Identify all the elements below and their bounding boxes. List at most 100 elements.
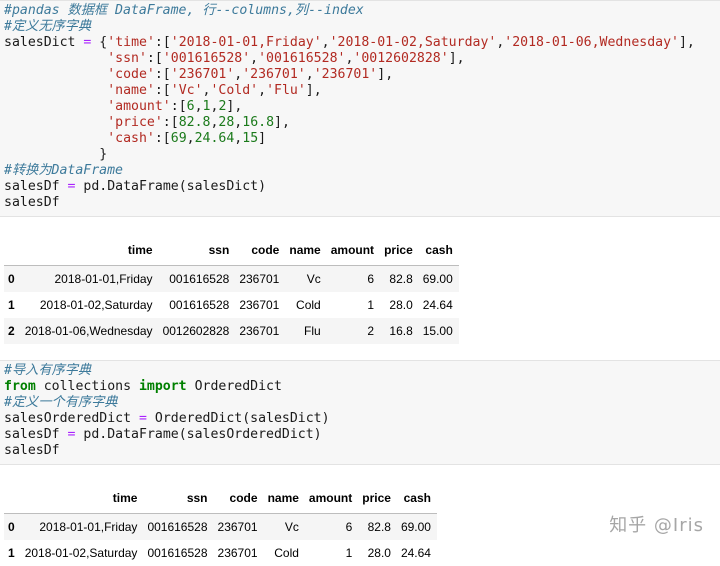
code-token: salesDf — [4, 443, 60, 458]
code-token: ], — [448, 51, 465, 66]
table-cell-code: 236701 — [217, 520, 258, 534]
table-row: 2 2018-01-06,Wednesday 0012602828 236701 Flu… — [4, 318, 459, 344]
table-cell-price: 28.0 — [389, 298, 413, 312]
code-token: ], — [274, 115, 290, 130]
code-token: , — [258, 83, 267, 98]
code-token: :[ — [170, 99, 187, 114]
code-token: ] — [258, 131, 267, 146]
table-cell-cash: 15.00 — [422, 324, 453, 338]
code-token: , — [305, 67, 314, 82]
code-token: , — [250, 51, 259, 66]
code-cell-2-source[interactable]: #导入有序字典 from collections import OrderedDi… — [0, 361, 720, 459]
code-token: collections — [35, 379, 139, 394]
dataframe-output-1: time ssn code name amount price cash 0 2018-01-… — [4, 235, 459, 344]
code-token: salesDf — [4, 427, 68, 442]
table-cell-amount: 1 — [345, 546, 353, 560]
table-row: 1 2018-01-02,Saturday 001616528 236701 Cold 1… — [4, 540, 437, 566]
code-token: salesDict — [4, 35, 84, 50]
column-header-ssn: ssn — [158, 235, 236, 266]
code-token: 69 — [170, 131, 187, 146]
code-line: from collections import OrderedDict — [4, 379, 720, 395]
code-cell-1[interactable]: #pandas 数据框 DataFrame, 行--columns,列--ind… — [0, 0, 720, 217]
code-token: #定义无序字典 — [4, 19, 92, 34]
code-token: 15 — [242, 131, 259, 146]
code-token: 'code' — [107, 67, 155, 82]
code-token: 28 — [218, 115, 235, 130]
code-line: #定义无序字典 — [4, 19, 720, 35]
row-index: 1 — [8, 546, 15, 560]
code-line: salesDf = pd.DataFrame(salesDict) — [4, 179, 720, 195]
code-token: salesOrderedDict — [4, 411, 139, 426]
code-cell-2[interactable]: #导入有序字典 from collections import OrderedDi… — [0, 360, 720, 465]
table-cell-ssn: 0012602828 — [162, 324, 230, 338]
code-token: from — [4, 379, 36, 394]
table-cell-ssn: 001616528 — [147, 520, 208, 534]
code-line: #导入有序字典 — [4, 363, 720, 379]
index-header — [4, 235, 21, 266]
table-cell-price: 28.0 — [367, 546, 391, 560]
code-token: :[ — [162, 115, 179, 130]
column-header-code: code — [235, 235, 286, 266]
table-cell-code: 236701 — [239, 324, 280, 338]
code-line: } — [4, 147, 720, 163]
code-token: :[ — [146, 51, 163, 66]
table-cell-ssn: 001616528 — [169, 272, 230, 286]
code-token: ], — [305, 83, 322, 98]
code-token: pd.DataFrame(salesOrderedDict) — [75, 427, 322, 442]
index-header — [4, 483, 21, 514]
code-token: = — [138, 411, 147, 426]
table-cell-amount: 2 — [367, 324, 375, 338]
code-token: ], — [678, 35, 695, 50]
code-line: salesDict = {'time':['2018-01-01,Friday'… — [4, 35, 720, 51]
column-header-cash: cash — [396, 483, 437, 514]
code-token: '236701' — [170, 67, 235, 82]
code-line: #转换为DataFrame — [4, 163, 720, 179]
code-cell-1-source[interactable]: #pandas 数据框 DataFrame, 行--columns,列--ind… — [0, 1, 720, 211]
code-token: '236701' — [313, 67, 378, 82]
code-token: OrderedDict(salesDict) — [146, 411, 330, 426]
code-token: '0012602828' — [353, 51, 449, 66]
table-cell-name: Vc — [284, 520, 299, 534]
code-token: , — [194, 99, 203, 114]
table-cell-time: 2018-01-01,Friday — [39, 520, 138, 534]
code-token: #转换为DataFrame — [4, 163, 123, 178]
code-token: '2018-01-06,Wednesday' — [504, 35, 679, 50]
dataframe-header-row: time ssn code name amount price cash — [4, 235, 459, 266]
column-header-price: price — [358, 483, 397, 514]
code-token: import — [138, 379, 187, 394]
code-token: :[ — [154, 131, 171, 146]
table-cell-name: Cold — [274, 546, 299, 560]
table-cell-price: 82.8 — [367, 520, 391, 534]
code-token: :[ — [154, 35, 171, 50]
code-token: ], — [226, 99, 243, 114]
table-cell-code: 236701 — [239, 298, 280, 312]
code-token: #定义一个有序字典 — [4, 395, 118, 410]
code-line: 'name':['Vc','Cold','Flu'], — [4, 83, 720, 99]
code-token: 'time' — [107, 35, 155, 50]
table-cell-cash: 24.64 — [400, 546, 431, 560]
column-header-amount: amount — [326, 235, 381, 266]
code-token: 6 — [186, 99, 195, 114]
dataframe-output-2: time ssn code name amount price cash 0 2018-01-… — [4, 483, 437, 566]
table-cell-time: 2018-01-01,Friday — [54, 272, 153, 286]
code-token: 'cash' — [107, 131, 155, 146]
code-token: '2018-01-01,Friday' — [170, 35, 322, 50]
column-header-price: price — [380, 235, 419, 266]
table-cell-price: 16.8 — [389, 324, 413, 338]
table-row: 0 2018-01-01,Friday 001616528 236701 Vc 6 82.8… — [4, 513, 437, 540]
code-line: salesDf — [4, 443, 720, 459]
column-header-time: time — [20, 483, 144, 514]
row-index: 0 — [8, 272, 15, 286]
code-token: salesDf — [4, 195, 60, 210]
column-header-cash: cash — [418, 235, 459, 266]
code-token: #pandas 数据框 DataFrame, 行--columns,列--ind… — [4, 3, 364, 18]
code-token: 'ssn' — [107, 51, 147, 66]
row-index: 1 — [8, 298, 15, 312]
code-line: salesOrderedDict = OrderedDict(salesDict… — [4, 411, 720, 427]
table-cell-time: 2018-01-02,Saturday — [39, 298, 153, 312]
